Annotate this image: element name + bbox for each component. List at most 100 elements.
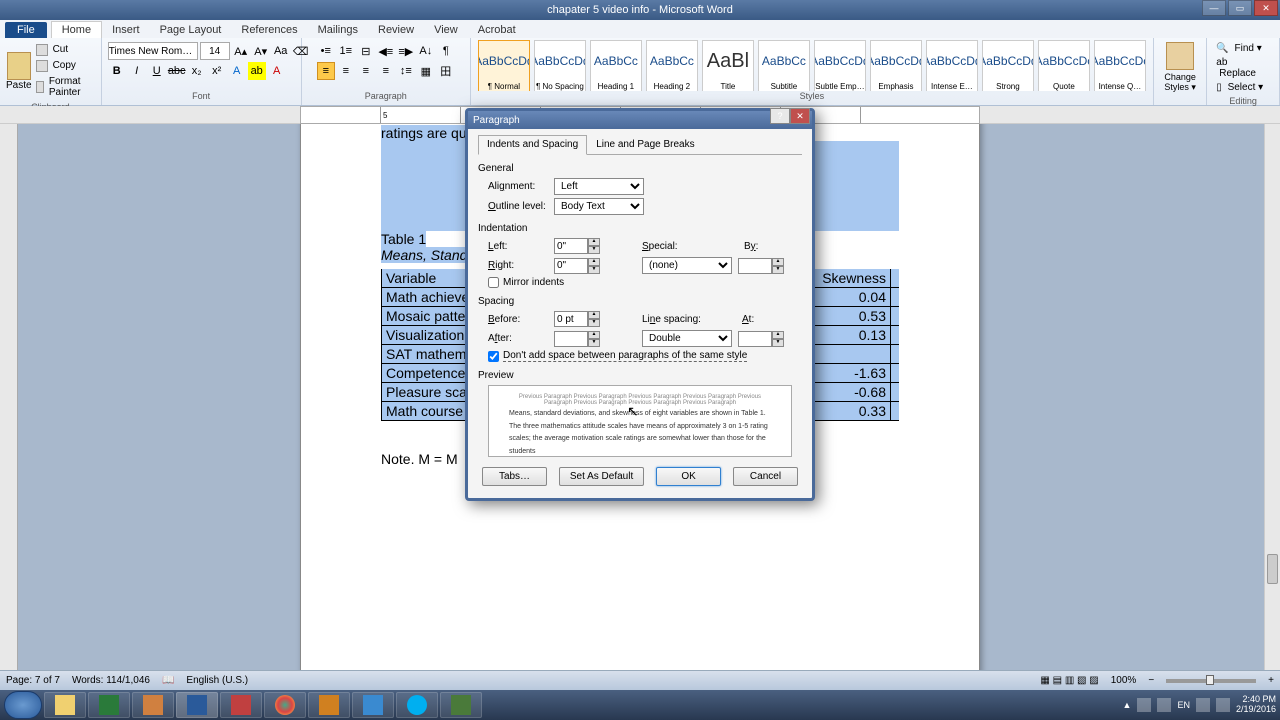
font-color-button[interactable]: A [268, 62, 286, 80]
spin-up[interactable]: ▲ [772, 331, 784, 339]
page-status[interactable]: Page: 7 of 7 [6, 675, 60, 686]
zoom-level[interactable]: 100% [1111, 675, 1137, 686]
bullets-button[interactable]: •≡ [317, 42, 335, 60]
align-left-button[interactable]: ≡ [317, 62, 335, 80]
set-default-button[interactable]: Set As Default [559, 467, 644, 486]
spin-down[interactable]: ▼ [772, 266, 784, 274]
style-subtitle[interactable]: AaBbCcSubtitle [758, 40, 810, 91]
bold-button[interactable]: B [108, 62, 126, 80]
dialog-titlebar[interactable]: Paragraph ? ✕ [468, 111, 812, 129]
underline-button[interactable]: U [148, 62, 166, 80]
style-heading-1[interactable]: AaBbCcHeading 1 [590, 40, 642, 91]
word-count[interactable]: Words: 114/1,046 [72, 675, 150, 686]
volume-icon[interactable] [1216, 698, 1230, 712]
at-input[interactable] [738, 331, 772, 347]
find-button[interactable]: 🔍 Find ▾ [1213, 42, 1273, 55]
justify-button[interactable]: ≡ [377, 62, 395, 80]
shrink-font-button[interactable]: A▾ [252, 42, 270, 60]
style-heading-2[interactable]: AaBbCcHeading 2 [646, 40, 698, 91]
cancel-button[interactable]: Cancel [733, 467, 798, 486]
spell-check-icon[interactable]: 📖 [162, 675, 174, 686]
tab-indents-spacing[interactable]: IIndents and Spacingndents and Spacing [478, 135, 587, 155]
borders-button[interactable]: 田 [437, 62, 455, 80]
spin-down[interactable]: ▼ [588, 266, 600, 274]
task-ie[interactable] [352, 692, 394, 718]
task-outlook[interactable] [308, 692, 350, 718]
spin-up[interactable]: ▲ [588, 238, 600, 246]
change-case-button[interactable]: Aa [272, 42, 290, 60]
network-icon[interactable] [1196, 698, 1210, 712]
cut-button[interactable]: Cut [34, 42, 95, 57]
before-input[interactable] [554, 311, 588, 327]
dialog-help-button[interactable]: ? [770, 108, 790, 124]
spin-down[interactable]: ▼ [588, 339, 600, 347]
line-spacing-select[interactable]: Double [642, 330, 732, 347]
tab-view[interactable]: View [424, 22, 468, 38]
tray-icon[interactable] [1137, 698, 1151, 712]
tray-expand-icon[interactable]: ▲ [1123, 700, 1132, 710]
task-chrome[interactable] [264, 692, 306, 718]
mirror-indents-checkbox[interactable] [488, 277, 499, 288]
task-explorer[interactable] [44, 692, 86, 718]
numbering-button[interactable]: 1≡ [337, 42, 355, 60]
alignment-select[interactable]: Left [554, 178, 644, 195]
format-painter-button[interactable]: Format Painter [34, 74, 95, 100]
spin-down[interactable]: ▼ [588, 319, 600, 327]
task-excel[interactable] [88, 692, 130, 718]
italic-button[interactable]: I [128, 62, 146, 80]
shading-button[interactable]: ▦ [417, 62, 435, 80]
grow-font-button[interactable]: A▴ [232, 42, 250, 60]
minimize-button[interactable]: — [1202, 0, 1226, 16]
tab-page-layout[interactable]: Page Layout [150, 22, 232, 38]
style-strong[interactable]: AaBbCcDdStrong [982, 40, 1034, 91]
indent-inc-button[interactable]: ≡▶ [397, 42, 415, 60]
spin-up[interactable]: ▲ [588, 311, 600, 319]
left-indent-input[interactable] [554, 238, 588, 254]
task-snipping[interactable] [220, 692, 262, 718]
copy-button[interactable]: Copy [34, 58, 95, 73]
style-title[interactable]: AaBlTitle [702, 40, 754, 91]
ok-button[interactable]: OK [656, 467, 721, 486]
replace-button[interactable]: ab Replace [1213, 56, 1273, 80]
zoom-in-button[interactable]: + [1268, 675, 1274, 686]
tabs-button[interactable]: Tabs… [482, 467, 547, 486]
task-word[interactable] [176, 692, 218, 718]
start-button[interactable] [4, 691, 42, 719]
spin-up[interactable]: ▲ [772, 258, 784, 266]
spin-down[interactable]: ▼ [772, 339, 784, 347]
task-skype[interactable] [396, 692, 438, 718]
spin-up[interactable]: ▲ [588, 258, 600, 266]
zoom-out-button[interactable]: − [1148, 675, 1154, 686]
tray-clock[interactable]: 2:40 PM 2/19/2016 [1236, 695, 1276, 715]
special-select[interactable]: (none) [642, 257, 732, 274]
style--no-spacing[interactable]: AaBbCcDd¶ No Spacing [534, 40, 586, 91]
align-center-button[interactable]: ≡ [337, 62, 355, 80]
vertical-scrollbar[interactable] [1264, 124, 1280, 670]
vertical-ruler[interactable] [0, 124, 18, 670]
style-emphasis[interactable]: AaBbCcDdEmphasis [870, 40, 922, 91]
tray-icon[interactable] [1157, 698, 1171, 712]
subscript-button[interactable]: x₂ [188, 62, 206, 80]
task-camtasia[interactable] [440, 692, 482, 718]
outline-select[interactable]: Body Text [554, 198, 644, 215]
align-right-button[interactable]: ≡ [357, 62, 375, 80]
superscript-button[interactable]: x² [208, 62, 226, 80]
dont-add-space-checkbox[interactable] [488, 351, 499, 362]
line-spacing-button[interactable]: ↕≡ [397, 62, 415, 80]
tray-lang[interactable]: EN [1177, 700, 1190, 710]
multilevel-button[interactable]: ⊟ [357, 42, 375, 60]
close-button[interactable]: ✕ [1254, 0, 1278, 16]
scrollbar-thumb[interactable] [1267, 554, 1278, 584]
strike-button[interactable]: abc [168, 62, 186, 80]
font-family-select[interactable] [108, 42, 198, 60]
tab-acrobat[interactable]: Acrobat [468, 22, 526, 38]
view-buttons[interactable]: ▦ ▤ ▥ ▧ ▨ [1040, 675, 1098, 686]
file-tab[interactable]: File [5, 22, 47, 38]
task-paint[interactable] [132, 692, 174, 718]
style-intense-q-[interactable]: AaBbCcDcIntense Q… [1094, 40, 1146, 91]
tab-home[interactable]: Home [51, 21, 102, 38]
style-quote[interactable]: AaBbCcDcQuote [1038, 40, 1090, 91]
style--normal[interactable]: AaBbCcDd¶ Normal [478, 40, 530, 91]
select-button[interactable]: ▯ Select ▾ [1213, 81, 1273, 94]
sort-button[interactable]: A↓ [417, 42, 435, 60]
